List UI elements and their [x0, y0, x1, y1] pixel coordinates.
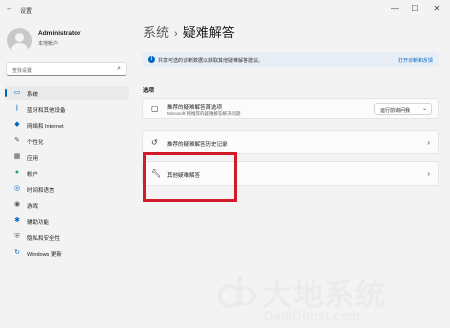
title-bar: ← 设置 — ☐ ✕ — [0, 0, 450, 18]
sidebar-item-apps[interactable]: ▦ 应用 — [5, 150, 129, 164]
maximize-button[interactable]: ☐ — [406, 3, 424, 15]
breadcrumb-separator: › — [174, 28, 178, 40]
user-account-type: 本地帐户 — [38, 41, 59, 47]
brush-icon: ✎ — [14, 137, 20, 144]
history-icon: ↺ — [151, 138, 158, 147]
user-name: Administrator — [38, 30, 81, 37]
chevron-down-icon: ⌄ — [421, 106, 427, 112]
sidebar-item-bluetooth[interactable]: ᛒ 蓝牙和其他设备 — [5, 102, 129, 116]
bluetooth-icon: ᛒ — [14, 105, 20, 112]
sidebar-item-accounts[interactable]: ● 帐户 — [5, 166, 129, 180]
sidebar-item-accessibility[interactable]: ✱ 辅助功能 — [5, 214, 129, 228]
apps-icon: ▦ — [13, 153, 21, 160]
network-icon: ◆ — [14, 121, 20, 128]
card-subtitle: Microsoft 将推荐的疑难解答解决问题 — [167, 111, 241, 116]
search-icon: ⌕ — [117, 65, 121, 72]
diagnostics-feedback-link[interactable]: 打开诊断和反馈 — [398, 57, 433, 64]
preference-select-value: 运行前询问我 — [380, 108, 411, 114]
watermark-text-en: DadiGhost.com — [264, 308, 361, 323]
info-bar: i 共享可选的诊断数据以获取其他疑难解答建议。 打开诊断和反馈 — [142, 52, 439, 67]
preference-select[interactable]: 运行前询问我 ⌄ — [374, 103, 432, 115]
watermark: 大地系统 DadiGhost.com — [212, 268, 450, 328]
sidebar-item-label: 隐私和安全性 — [27, 236, 61, 242]
active-indicator — [5, 89, 7, 97]
section-label: 选项 — [143, 88, 155, 94]
close-button[interactable]: ✕ — [428, 3, 446, 15]
sidebar-item-label: 帐户 — [27, 172, 39, 178]
sidebar-item-label: 蓝牙和其他设备 — [27, 108, 66, 114]
account-icon: ● — [14, 169, 20, 176]
sidebar-item-label: 应用 — [27, 156, 39, 162]
sidebar-item-privacy[interactable]: ⛨ 隐私和安全性 — [5, 230, 129, 244]
watermark-logo-icon — [218, 276, 256, 308]
sidebar-item-label: 游戏 — [27, 204, 39, 210]
sidebar-item-label: 时间和语言 — [27, 188, 55, 194]
globe-icon: ◎ — [13, 185, 21, 192]
breadcrumb-parent[interactable]: 系统 — [143, 25, 169, 40]
update-icon: ↻ — [14, 249, 20, 256]
gamepad-icon: ◉ — [13, 201, 21, 208]
message-icon: ▢ — [151, 104, 159, 113]
back-arrow-icon[interactable]: ← — [6, 5, 13, 12]
recommended-preferences-card: ▢ 推荐的疑难解答首选项 Microsoft 将推荐的疑难解答解决问题 运行前询… — [142, 98, 439, 119]
sidebar-item-network[interactable]: ◆ 网络和 Internet — [5, 118, 129, 132]
sidebar-item-label: 网络和 Internet — [27, 124, 64, 130]
chevron-right-icon: › — [427, 169, 430, 178]
sidebar-item-windows-update[interactable]: ↻ Windows 更新 — [5, 246, 129, 260]
troubleshoot-history-card[interactable]: ↺ 推荐的疑难解答历史记录 › — [142, 130, 439, 154]
sidebar-item-label: 辅助功能 — [27, 220, 50, 226]
window-title: 设置 — [20, 9, 33, 15]
sidebar-item-label: 系统 — [27, 92, 39, 98]
sidebar-item-gaming[interactable]: ◉ 游戏 — [5, 198, 129, 212]
search-input[interactable]: 查找设置 ⌕ — [6, 62, 127, 76]
sidebar-item-label: Windows 更新 — [27, 252, 62, 258]
avatar-head-shape — [15, 33, 24, 42]
sidebar-item-label: 个性化 — [27, 140, 44, 146]
search-placeholder: 查找设置 — [12, 68, 33, 74]
info-bar-text: 共享可选的诊断数据以获取其他疑难解答建议。 — [158, 58, 264, 64]
card-title: 推荐的疑难解答历史记录 — [167, 142, 228, 148]
info-icon: i — [148, 56, 155, 63]
highlight-box — [143, 152, 237, 202]
chevron-right-icon: › — [427, 138, 430, 147]
accessibility-icon: ✱ — [14, 217, 20, 224]
sidebar-item-time-language[interactable]: ◎ 时间和语言 — [5, 182, 129, 196]
shield-icon: ⛨ — [14, 233, 20, 240]
card-title: 推荐的疑难解答首选项 — [167, 105, 223, 111]
monitor-icon: ▭ — [13, 89, 21, 96]
minimize-button[interactable]: — — [386, 3, 404, 15]
sidebar-item-personalization[interactable]: ✎ 个性化 — [5, 134, 129, 148]
breadcrumb: 系统 › 疑难解答 — [143, 22, 235, 41]
sidebar-item-system[interactable]: ▭ 系统 — [5, 86, 129, 100]
avatar-body-shape — [11, 43, 28, 53]
sidebar: Administrator 本地帐户 查找设置 ⌕ ▭ 系统 ᛒ 蓝牙和其他设备… — [0, 18, 134, 328]
avatar[interactable] — [7, 28, 32, 53]
page-title: 疑难解答 — [182, 25, 235, 40]
settings-window: ← 设置 — ☐ ✕ Administrator 本地帐户 查找设置 ⌕ ▭ 系… — [0, 0, 450, 328]
